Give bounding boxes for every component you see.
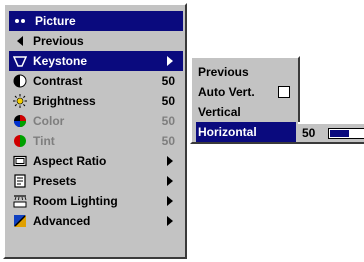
- brightness-value: 50: [161, 94, 175, 108]
- submenu-arrow-icon: [167, 56, 173, 66]
- aspect-ratio-icon: [13, 155, 27, 167]
- menu-title: Picture: [35, 14, 76, 28]
- menu-item-label: Brightness: [33, 94, 96, 108]
- submenu-arrow-icon: [167, 216, 173, 226]
- previous-arrow-icon: [17, 36, 23, 46]
- submenu-item-label: Auto Vert.: [198, 85, 255, 99]
- menu-dots-icon: [15, 19, 25, 23]
- menu-item-label: Room Lighting: [33, 194, 118, 208]
- menu-item-tint[interactable]: Tint 50: [9, 131, 183, 151]
- menu-item-advanced[interactable]: Advanced: [9, 211, 183, 231]
- keystone-icon: [13, 56, 27, 67]
- menu-item-label: Previous: [33, 34, 84, 48]
- submenu-item-vertical[interactable]: Vertical: [196, 102, 296, 122]
- tint-value: 50: [161, 134, 175, 148]
- brightness-icon: [13, 94, 27, 108]
- menu-item-label: Tint: [33, 134, 55, 148]
- picture-menu: Picture Previous Keystone Contrast 50 Br…: [3, 3, 187, 259]
- menu-item-previous[interactable]: Previous: [9, 31, 183, 51]
- submenu-arrow-icon: [167, 196, 173, 206]
- menu-item-contrast[interactable]: Contrast 50: [9, 71, 183, 91]
- contrast-value: 50: [161, 74, 175, 88]
- menu-item-label: Aspect Ratio: [33, 154, 107, 168]
- submenu-item-label: Horizontal: [198, 125, 257, 139]
- presets-icon: [14, 174, 26, 188]
- horizontal-slider-panel: 50: [298, 122, 364, 144]
- menu-item-label: Presets: [33, 174, 77, 188]
- submenu-item-previous[interactable]: Previous: [196, 62, 296, 82]
- submenu-item-label: Previous: [198, 65, 249, 79]
- submenu-item-auto-vert[interactable]: Auto Vert.: [196, 82, 296, 102]
- menu-title-bar: Picture: [9, 11, 183, 31]
- slider-value: 50: [302, 126, 316, 140]
- room-lighting-icon: [13, 195, 27, 208]
- menu-item-room-lighting[interactable]: Room Lighting: [9, 191, 183, 211]
- slider-fill: [330, 130, 349, 137]
- submenu-item-label: Vertical: [198, 105, 241, 119]
- menu-item-aspect-ratio[interactable]: Aspect Ratio: [9, 151, 183, 171]
- advanced-icon: [14, 215, 26, 227]
- menu-item-label: Keystone: [33, 54, 88, 68]
- color-icon: [14, 115, 26, 127]
- menu-item-brightness[interactable]: Brightness 50: [9, 91, 183, 111]
- submenu-arrow-icon: [167, 176, 173, 186]
- menu-item-keystone[interactable]: Keystone: [9, 51, 183, 71]
- menu-item-color[interactable]: Color 50: [9, 111, 183, 131]
- contrast-icon: [13, 74, 27, 88]
- menu-item-presets[interactable]: Presets: [9, 171, 183, 191]
- submenu-arrow-icon: [167, 156, 173, 166]
- tint-icon: [14, 135, 26, 147]
- color-value: 50: [161, 114, 175, 128]
- keystone-submenu: Previous Auto Vert. Vertical Horizontal: [190, 56, 300, 144]
- menu-item-label: Contrast: [33, 74, 83, 88]
- slider-track[interactable]: [328, 128, 364, 139]
- auto-vert-checkbox[interactable]: [278, 86, 290, 98]
- menu-item-label: Color: [33, 114, 65, 128]
- submenu-item-horizontal[interactable]: Horizontal: [196, 122, 296, 142]
- menu-item-label: Advanced: [33, 214, 91, 228]
